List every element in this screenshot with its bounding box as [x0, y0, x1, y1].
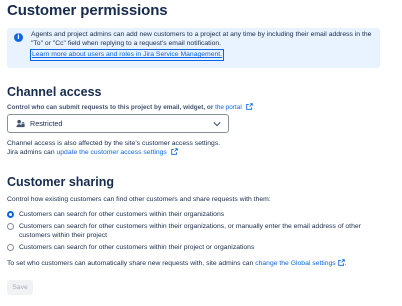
chevron-down-icon — [213, 122, 221, 127]
customer-sharing-heading: Customer sharing — [7, 175, 114, 189]
external-link-icon[interactable] — [170, 148, 178, 155]
channel-access-label: Control who can submit requests to this … — [7, 103, 253, 111]
channel-note-line1: Channel access is also affected by the s… — [7, 140, 221, 147]
external-link-icon[interactable] — [337, 259, 345, 266]
info-banner: i Agents and project admins can add new … — [7, 28, 380, 68]
info-icon: i — [14, 33, 23, 42]
channel-access-heading: Channel access — [7, 85, 102, 99]
restricted-people-icon — [16, 119, 25, 128]
global-settings-prefix: To set who customers can automatically s… — [7, 260, 254, 267]
page-title: Customer permissions — [7, 2, 168, 19]
channel-access-select[interactable]: Restricted — [7, 114, 229, 133]
save-button[interactable]: Save — [7, 280, 33, 295]
sharing-option-1-radio[interactable] — [7, 211, 14, 218]
sharing-option-1-label: Customers can search for other customers… — [19, 211, 225, 218]
sharing-option-1[interactable]: Customers can search for other customers… — [7, 210, 389, 219]
change-global-settings-link[interactable]: change the Global settings — [255, 260, 335, 267]
global-settings-note: To set who customers can automatically s… — [7, 259, 347, 268]
global-settings-suffix: . — [344, 260, 347, 267]
sharing-option-3-radio[interactable] — [7, 244, 14, 251]
info-text: Agents and project admins can add new cu… — [31, 31, 372, 47]
channel-note-line2: Jira admins can update the customer acce… — [7, 148, 178, 157]
learn-more-link[interactable]: Learn more about users and roles in Jira… — [29, 49, 225, 61]
sharing-option-2-label: Customers can search for other customers… — [19, 223, 361, 239]
channel-note-prefix: Jira admins can — [7, 149, 55, 156]
sharing-option-3[interactable]: Customers can search for other customers… — [7, 243, 389, 252]
channel-access-value: Restricted — [30, 119, 63, 128]
update-customer-access-link[interactable]: update the customer access settings — [57, 149, 167, 156]
channel-access-label-text: Control who can submit requests to this … — [7, 104, 214, 111]
sharing-option-3-label: Customers can search for other customers… — [19, 244, 255, 251]
sharing-option-2[interactable]: Customers can search for other customers… — [7, 222, 389, 240]
sharing-option-2-radio[interactable] — [7, 223, 14, 230]
customer-sharing-description: Control how existing customers can find … — [7, 196, 271, 203]
external-link-icon[interactable] — [245, 103, 253, 110]
portal-link[interactable]: the portal — [215, 104, 242, 111]
